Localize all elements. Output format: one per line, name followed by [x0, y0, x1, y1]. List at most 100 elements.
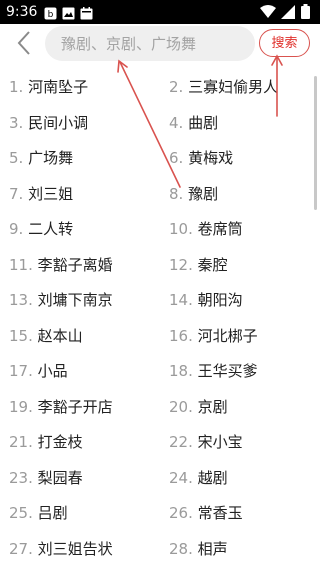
- search-box[interactable]: [45, 26, 255, 61]
- list-item-title: 越剧: [197, 468, 228, 487]
- list-item-number: 12.: [169, 255, 193, 274]
- image-icon: [62, 5, 75, 24]
- list-item-title: 李豁子开店: [37, 397, 113, 416]
- list-item-title: 秦腔: [197, 255, 228, 274]
- list-item-title: 吕剧: [37, 504, 68, 522]
- list-item-title: 朝阳沟: [197, 291, 243, 309]
- list-item[interactable]: 28. 相声: [169, 534, 228, 564]
- list-item[interactable]: 8. 豫剧: [169, 179, 218, 209]
- list-item-number: 1.: [9, 78, 24, 96]
- list-item-title: 黄梅戏: [188, 149, 234, 167]
- hot-search-list: 1. 河南坠子 2. 三寡妇偷男人 3. 民间小调 4. 曲剧 5. 广场舞 6. 黄梅戏…: [0, 70, 320, 569]
- list-item-title: 小品: [37, 362, 68, 380]
- list-item-title: 京剧: [197, 397, 228, 416]
- list-item-title: 李豁子离婚: [37, 255, 113, 274]
- list-item[interactable]: 14. 朝阳沟: [169, 285, 243, 315]
- list-item-number: 9.: [9, 220, 24, 238]
- list-item-number: 21.: [9, 433, 33, 451]
- list-item-number: 19.: [9, 397, 33, 416]
- svg-text:b: b: [48, 10, 54, 20]
- list-item[interactable]: 3. 民间小调: [9, 108, 88, 138]
- list-item[interactable]: 11. 李豁子离婚: [9, 250, 113, 280]
- list-item-number: 15.: [9, 326, 33, 345]
- list-item-number: 22.: [169, 433, 193, 451]
- list-item[interactable]: 19. 李豁子开店: [9, 392, 113, 422]
- list-item[interactable]: 15. 赵本山: [9, 321, 83, 351]
- list-item-title: 豫剧: [188, 184, 219, 203]
- list-item[interactable]: 26. 常香玉: [169, 498, 243, 528]
- list-item[interactable]: 27. 刘三姐告状: [9, 534, 113, 564]
- list-item[interactable]: 5. 广场舞: [9, 143, 73, 173]
- list-item-number: 3.: [9, 113, 24, 132]
- list-item-title: 二人转: [28, 220, 74, 238]
- search-header: 搜索: [0, 24, 320, 66]
- list-item[interactable]: 18. 王华买爹: [169, 356, 258, 386]
- calendar-icon: [80, 5, 93, 24]
- list-item-number: 27.: [9, 539, 33, 558]
- list-item[interactable]: 17. 小品: [9, 356, 68, 386]
- list-item-number: 10.: [169, 220, 193, 238]
- wifi-icon: [260, 4, 276, 23]
- list-item-number: 14.: [169, 291, 193, 309]
- list-item[interactable]: 9. 二人转: [9, 214, 73, 244]
- list-item-title: 刘墉下南京: [37, 291, 113, 309]
- list-item[interactable]: 7. 刘三姐: [9, 179, 73, 209]
- list-item-number: 6.: [169, 149, 184, 167]
- list-item-number: 20.: [169, 397, 193, 416]
- search-input[interactable]: [59, 33, 253, 54]
- list-item-number: 23.: [9, 468, 33, 487]
- list-item[interactable]: 23. 梨园春: [9, 463, 83, 493]
- chevron-left-icon: [16, 30, 32, 60]
- list-item-number: 4.: [169, 113, 184, 132]
- list-item[interactable]: 2. 三寡妇偷男人: [169, 72, 278, 102]
- list-item-title: 梨园春: [37, 468, 83, 487]
- list-item[interactable]: 12. 秦腔: [169, 250, 228, 280]
- list-item[interactable]: 6. 黄梅戏: [169, 143, 233, 173]
- list-item[interactable]: 1. 河南坠子: [9, 72, 88, 102]
- list-item[interactable]: 4. 曲剧: [169, 108, 218, 138]
- list-item-title: 广场舞: [28, 149, 74, 167]
- list-item-title: 刘三姐: [28, 184, 74, 203]
- list-item-title: 宋小宝: [197, 433, 243, 451]
- list-item-title: 赵本山: [37, 326, 83, 345]
- list-item[interactable]: 21. 打金枝: [9, 427, 83, 457]
- back-button[interactable]: [10, 31, 38, 59]
- battery-icon: [301, 4, 310, 23]
- list-item[interactable]: 16. 河北梆子: [169, 321, 258, 351]
- list-item-number: 28.: [169, 539, 193, 558]
- list-item-title: 卷席筒: [197, 220, 243, 238]
- list-item-title: 相声: [197, 539, 228, 558]
- list-item-number: 13.: [9, 291, 33, 309]
- list-item-title: 打金枝: [37, 433, 83, 451]
- list-item-title: 河北梆子: [197, 326, 258, 345]
- list-item-number: 8.: [169, 184, 184, 203]
- list-item[interactable]: 24. 越剧: [169, 463, 228, 493]
- list-item-title: 常香玉: [197, 504, 243, 522]
- status-bar: 9:36 b: [0, 0, 320, 24]
- list-item-number: 7.: [9, 184, 24, 203]
- search-button[interactable]: 搜索: [259, 29, 310, 57]
- list-item-number: 24.: [169, 468, 193, 487]
- list-item-title: 三寡妇偷男人: [188, 78, 279, 96]
- scrollbar[interactable]: [314, 76, 317, 210]
- list-item[interactable]: 10. 卷席筒: [169, 214, 243, 244]
- list-item-number: 2.: [169, 78, 184, 96]
- list-item-title: 民间小调: [28, 113, 89, 132]
- list-item[interactable]: 20. 京剧: [169, 392, 228, 422]
- list-item-number: 16.: [169, 326, 193, 345]
- list-item-title: 刘三姐告状: [37, 539, 113, 558]
- list-item[interactable]: 13. 刘墉下南京: [9, 285, 113, 315]
- list-item-number: 11.: [9, 255, 33, 274]
- notification-icon: b: [44, 5, 57, 24]
- list-item-number: 18.: [169, 362, 193, 380]
- list-item-title: 河南坠子: [28, 78, 89, 96]
- list-item-number: 17.: [9, 362, 33, 380]
- list-item[interactable]: 25. 吕剧: [9, 498, 68, 528]
- list-item-number: 25.: [9, 504, 33, 522]
- list-item-title: 王华买爹: [197, 362, 258, 380]
- list-item-title: 曲剧: [188, 113, 219, 132]
- signal-icon: [281, 4, 295, 23]
- list-item[interactable]: 22. 宋小宝: [169, 427, 243, 457]
- list-item-number: 5.: [9, 149, 24, 167]
- list-item-number: 26.: [169, 504, 193, 522]
